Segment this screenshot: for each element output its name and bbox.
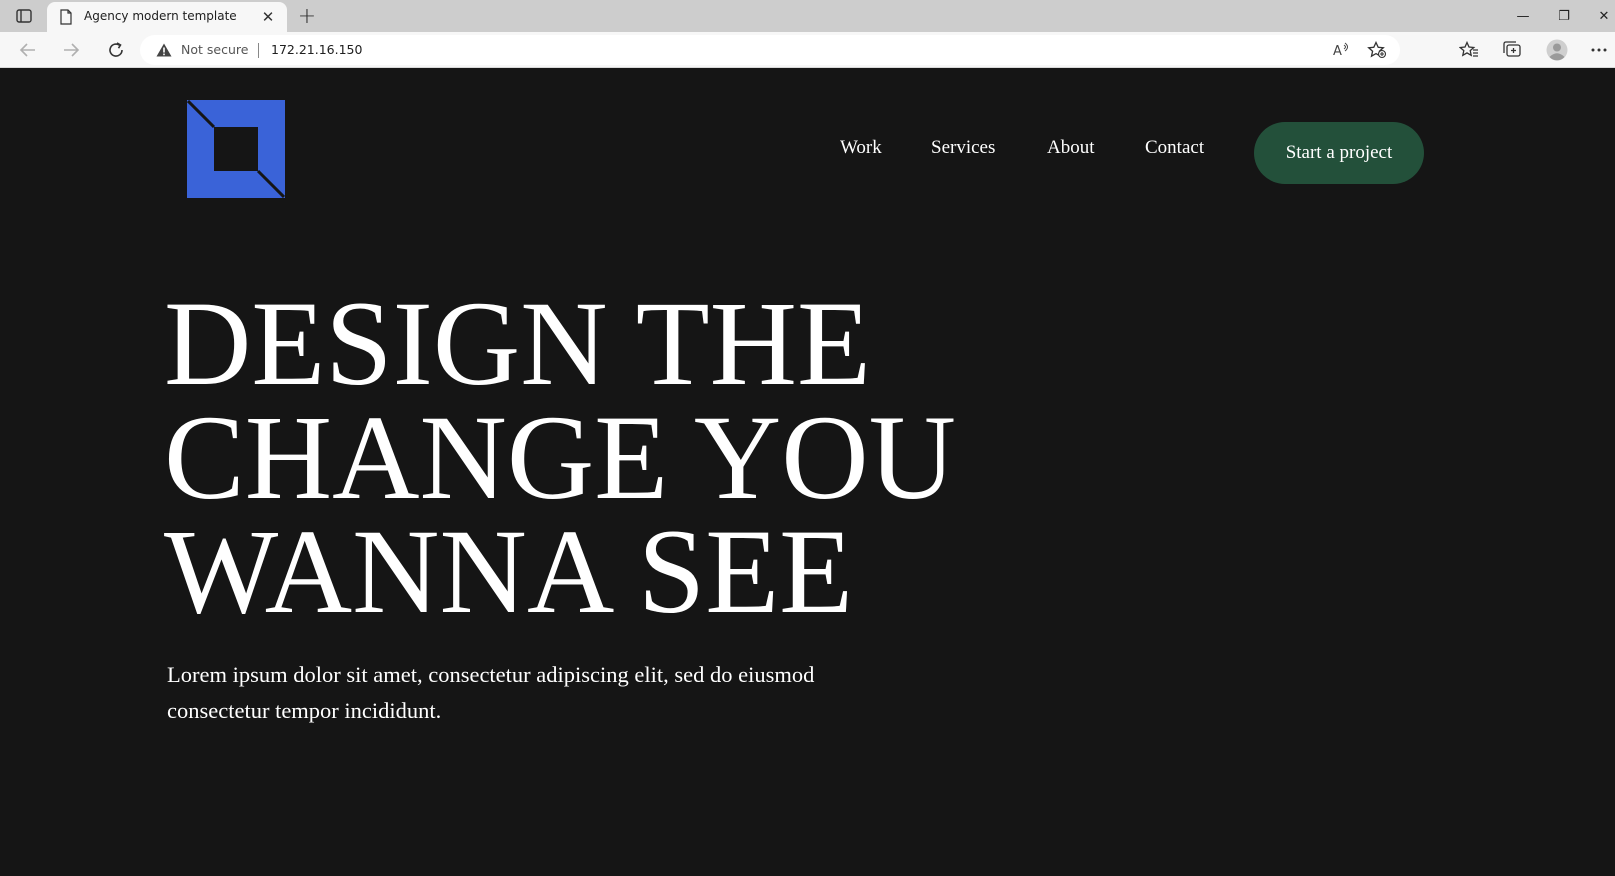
tab-title: Agency modern template: [84, 9, 237, 23]
browser-tab-strip: Agency modern template ✕ + — ❐ ✕: [0, 0, 1615, 32]
logo[interactable]: [186, 99, 286, 199]
close-window-icon[interactable]: ✕: [1593, 4, 1615, 28]
security-label[interactable]: Not secure: [181, 42, 248, 57]
address-bar[interactable]: Not secure 172.21.16.150 A: [140, 35, 1400, 65]
refresh-icon[interactable]: [102, 36, 130, 64]
nav-link-about[interactable]: About: [1047, 137, 1095, 159]
collections-icon[interactable]: [1499, 38, 1525, 62]
back-icon[interactable]: [14, 36, 42, 64]
page-icon: [59, 9, 73, 25]
more-icon[interactable]: [1586, 38, 1612, 62]
forward-icon[interactable]: [57, 36, 85, 64]
hero-lead-text: Lorem ipsum dolor sit amet, consectetur …: [167, 662, 815, 723]
read-aloud-icon[interactable]: A: [1330, 40, 1352, 60]
warning-icon[interactable]: [156, 43, 172, 57]
hero-line: WANNA SEE: [164, 505, 854, 639]
url-text[interactable]: 172.21.16.150: [271, 42, 362, 57]
close-tab-icon[interactable]: ✕: [259, 8, 277, 26]
nav-link-work[interactable]: Work: [840, 137, 882, 159]
profile-icon[interactable]: [1544, 38, 1570, 62]
tab-actions-icon[interactable]: [14, 7, 34, 25]
hero-line: DESIGN THE: [164, 277, 871, 411]
hero-line: CHANGE YOU: [164, 391, 957, 525]
add-favorite-icon[interactable]: [1366, 40, 1388, 60]
hero-heading: DESIGN THE CHANGE YOU WANNA SEE: [164, 277, 957, 639]
nav-link-services[interactable]: Services: [931, 137, 995, 159]
browser-tab-active[interactable]: Agency modern template ✕: [47, 2, 287, 32]
nav-link-contact[interactable]: Contact: [1145, 137, 1204, 159]
browser-toolbar: Not secure 172.21.16.150 A: [0, 32, 1615, 68]
svg-text:A: A: [1333, 44, 1342, 58]
new-tab-icon[interactable]: +: [295, 4, 319, 29]
address-separator: [258, 43, 259, 58]
minimize-icon[interactable]: —: [1508, 4, 1538, 28]
start-project-button[interactable]: Start a project: [1254, 122, 1424, 184]
favorites-icon[interactable]: [1456, 38, 1482, 62]
restore-icon[interactable]: ❐: [1549, 4, 1579, 28]
page-content: Work Services About Contact Start a proj…: [0, 69, 1615, 876]
